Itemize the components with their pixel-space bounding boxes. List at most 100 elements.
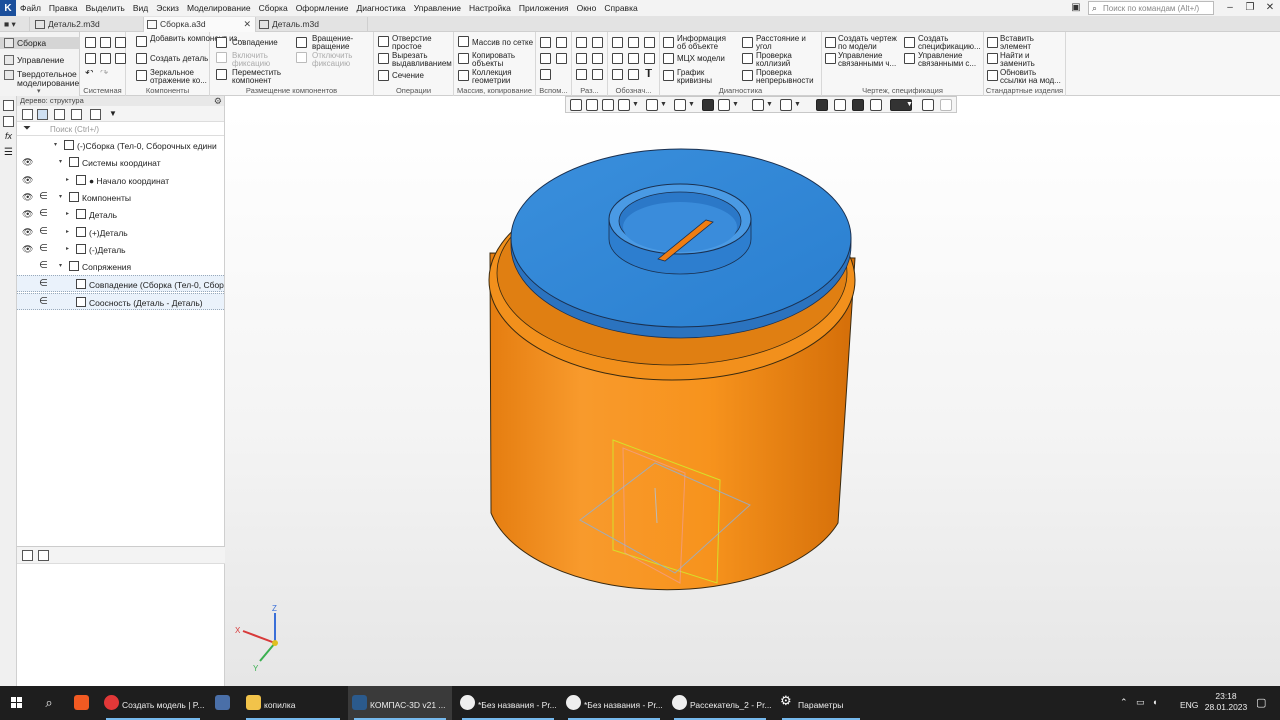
rotate-button[interactable]: Вращение-вращение — [312, 35, 370, 51]
taskbar-settings[interactable]: ⚙ Параметры — [776, 686, 866, 720]
expand-toggle-icon[interactable]: ▸ — [66, 245, 69, 252]
undo-icon[interactable]: ↶ — [85, 70, 93, 78]
hide-icon[interactable] — [752, 99, 764, 111]
fix-on-button[interactable]: Включить фиксацию — [232, 52, 284, 68]
aux-plane-icon[interactable] — [540, 37, 551, 48]
include-in-calc-icon[interactable]: ∈ — [39, 278, 48, 289]
menu-modeling[interactable]: Моделирование — [183, 3, 255, 13]
include-in-calc-icon[interactable]: ∈ — [39, 191, 48, 202]
mode-assembly[interactable]: Сборка — [0, 37, 80, 49]
tree-list-icon[interactable] — [90, 109, 101, 120]
structure-tab-icon[interactable] — [22, 550, 33, 561]
filter-icon[interactable]: ⏷ — [23, 123, 31, 134]
annotation-icon-4[interactable] — [612, 53, 623, 64]
spec-tab-icon[interactable] — [38, 550, 49, 561]
create-part-button[interactable]: Создать деталь — [150, 55, 208, 63]
save-icon[interactable] — [115, 37, 126, 48]
camera-icon[interactable] — [780, 99, 792, 111]
shaded-mode-icon[interactable] — [702, 99, 714, 111]
cut-icon[interactable] — [115, 53, 126, 64]
tree-row[interactable]: 👁 ∈ ▸ Деталь — [17, 206, 224, 223]
menu-help[interactable]: Справка — [600, 3, 641, 13]
expand-toggle-icon[interactable]: ▸ — [66, 228, 69, 235]
include-in-calc-icon[interactable]: ∈ — [39, 296, 48, 307]
brush-icon[interactable] — [940, 99, 952, 111]
hole-button[interactable]: Отверстие простое — [392, 35, 452, 51]
chevron-down-icon[interactable]: ▼ — [794, 101, 801, 108]
menu-edit[interactable]: Правка — [45, 3, 82, 13]
expand-chevron-icon[interactable]: ▾ — [37, 87, 41, 95]
tree-panel-icon[interactable] — [3, 100, 14, 111]
copy-objects-button[interactable]: Копировать объекты — [472, 52, 532, 68]
view-zoom-icon[interactable] — [602, 99, 614, 111]
annotation-icon-3[interactable] — [644, 37, 655, 48]
speaker-icon[interactable]: ◖ — [1152, 686, 1166, 720]
create-drawing-button[interactable]: Создать чертеж по модели — [838, 35, 900, 51]
tree-row[interactable]: ∈ Совпадение (Сборка (Тел-0, Сборо — [17, 275, 224, 293]
tree-row[interactable]: 👁 ∈ ▸ (-)Деталь — [17, 241, 224, 258]
menu-management[interactable]: Управление — [410, 3, 465, 13]
expand-toggle-icon[interactable]: ▾ — [59, 193, 62, 200]
taskbar-app-1[interactable]: *Без названия - Pr... — [456, 686, 560, 720]
gear-icon[interactable]: ⚙ — [214, 96, 222, 106]
tree-hierarchy-icon[interactable] — [37, 109, 48, 120]
layout-icon-4[interactable] — [592, 53, 603, 64]
tree-view-icon[interactable] — [54, 109, 65, 120]
include-in-calc-icon[interactable]: ∈ — [39, 208, 48, 219]
continuity-check-button[interactable]: Проверка непрерывности — [756, 69, 820, 85]
clock[interactable]: 23:18 28.01.2023 — [1202, 686, 1250, 720]
manage-linked-drawings-button[interactable]: Управление связанными ч... — [838, 52, 900, 68]
manage-linked-spec-button[interactable]: Управление связанными с... — [918, 52, 982, 68]
tab-detail2[interactable]: Деталь2.m3d — [32, 17, 144, 32]
network-icon[interactable]: ▭ — [1136, 686, 1150, 720]
section-view-icon[interactable] — [816, 99, 828, 111]
close-button[interactable]: ✕ — [1262, 1, 1278, 15]
chevron-down-icon[interactable]: ▼ — [732, 101, 739, 108]
variables-icon[interactable]: fx — [3, 132, 14, 143]
insert-element-button[interactable]: Вставить элемент — [1000, 35, 1062, 51]
menu-apps[interactable]: Приложения — [515, 3, 573, 13]
mode-solid-modeling[interactable]: Твердотельное моделирование — [0, 69, 80, 89]
tree-grid-icon[interactable] — [71, 109, 82, 120]
window-icon[interactable]: ▣ — [1068, 1, 1084, 15]
print-icon[interactable] — [85, 53, 96, 64]
chevron-down-icon[interactable]: ▼ — [688, 101, 695, 108]
grid-array-button[interactable]: Массив по сетке — [472, 39, 533, 47]
measure-icon[interactable] — [922, 99, 934, 111]
maximize-button[interactable]: ❐ — [1242, 1, 1258, 15]
menu-sketch[interactable]: Эскиз — [152, 3, 183, 13]
redo-icon[interactable]: ↷ — [100, 70, 108, 78]
include-in-calc-icon[interactable]: ∈ — [39, 260, 48, 271]
geometry-collection-button[interactable]: Коллекция геометрии — [472, 69, 532, 85]
distance-angle-button[interactable]: Расстояние и угол — [756, 35, 820, 51]
object-info-button[interactable]: Информация об объекте — [677, 35, 737, 51]
menu-design[interactable]: Оформление — [292, 3, 353, 13]
display-mode-icon[interactable] — [718, 99, 730, 111]
layout-icon-3[interactable] — [576, 53, 587, 64]
tree-row[interactable]: 👁 ∈ ▸ (+)Деталь — [17, 224, 224, 241]
menu-select[interactable]: Выделить — [82, 3, 129, 13]
curvature-graph-button[interactable]: График кривизны — [677, 69, 737, 85]
expand-toggle-icon[interactable]: ▾ — [54, 141, 57, 148]
menu-assembly[interactable]: Сборка — [255, 3, 292, 13]
annotation-icon-5[interactable] — [628, 53, 639, 64]
tree-structure-icon[interactable] — [22, 109, 33, 120]
layout-icon-5[interactable] — [576, 69, 587, 80]
minimize-button[interactable]: – — [1222, 1, 1238, 15]
orientation-icon[interactable] — [674, 99, 686, 111]
tree-search-input[interactable]: ⏷ Поиск (Ctrl+/) — [17, 122, 224, 136]
rotate-view-icon[interactable] — [646, 99, 658, 111]
include-in-calc-icon[interactable]: ∈ — [39, 226, 48, 237]
aux-curve-icon[interactable] — [540, 69, 551, 80]
view-fit-icon[interactable] — [570, 99, 582, 111]
brave-browser-button[interactable] — [66, 686, 98, 720]
taskbar-folder[interactable]: копилка — [240, 686, 346, 720]
visibility-eye-icon[interactable]: 👁 — [22, 244, 33, 255]
chevron-down-icon[interactable]: ▼ — [632, 101, 639, 108]
menu-settings[interactable]: Настройка — [465, 3, 515, 13]
chevron-down-icon[interactable]: ▼ — [660, 101, 667, 108]
taskbar-app-3[interactable]: Рассекатель_2 - Pr... — [668, 686, 772, 720]
open-icon[interactable] — [100, 37, 111, 48]
annotation-icon-2[interactable] — [628, 37, 639, 48]
update-links-button[interactable]: Обновить ссылки на мод... — [1000, 69, 1064, 85]
